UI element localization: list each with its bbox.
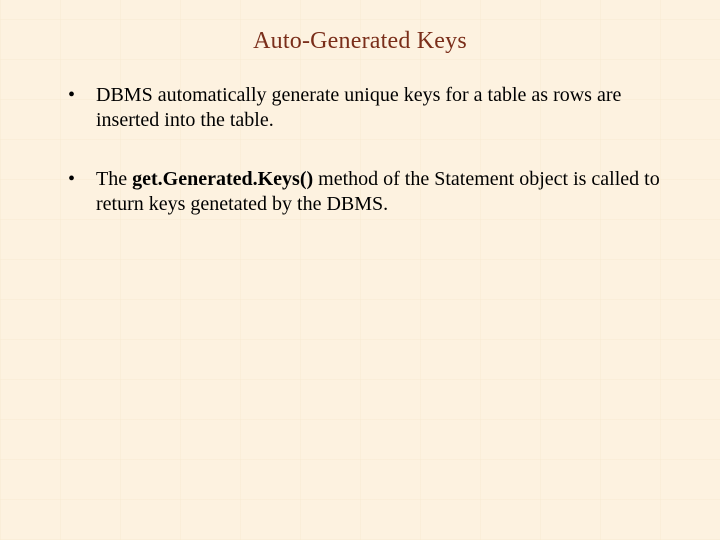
bullet-item: DBMS automatically generate unique keys … [68,83,680,133]
slide-title: Auto-Generated Keys [40,28,680,55]
bullet-list: DBMS automatically generate unique keys … [40,83,680,217]
bullet-text: DBMS automatically generate unique keys … [96,84,621,131]
slide-container: Auto-Generated Keys DBMS automatically g… [0,0,720,540]
bullet-text-bold: get.Generated.Keys() [132,168,313,190]
bullet-item: The get.Generated.Keys() method of the S… [68,167,680,217]
bullet-text-pre: The [96,168,132,190]
